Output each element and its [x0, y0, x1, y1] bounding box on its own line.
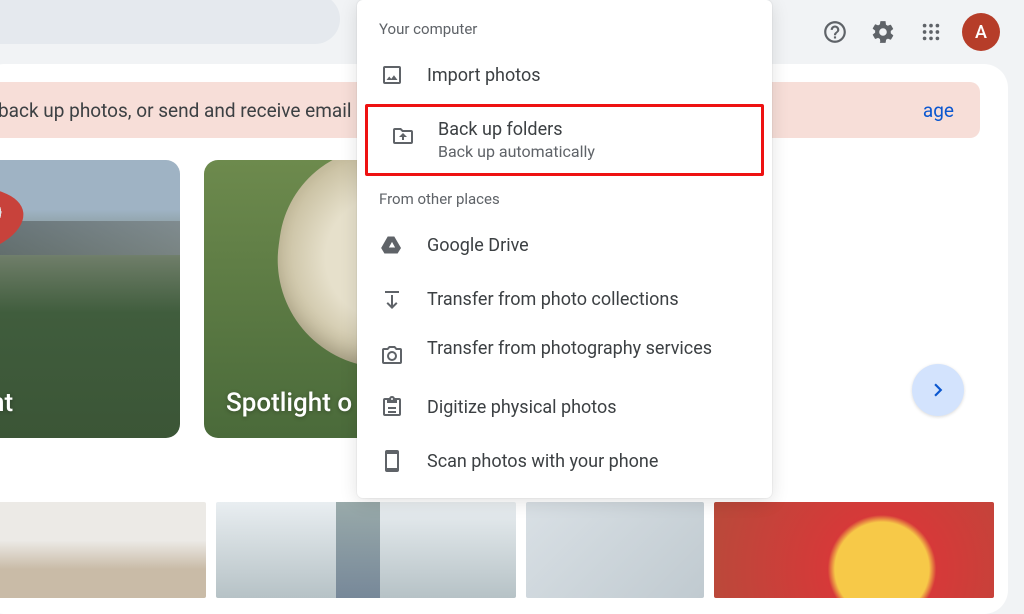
photo-grid — [0, 502, 1008, 598]
banner-text: back up photos, or send and receive emai… — [0, 99, 361, 122]
menu-item-google-drive[interactable]: Google Drive — [357, 218, 772, 272]
memory-card-label: moment — [0, 368, 35, 438]
import-dropdown: Your computer Import photos Back up fold… — [357, 0, 772, 498]
menu-item-transfer-services[interactable]: Transfer from photography services — [357, 326, 772, 380]
menu-item-backup-folders[interactable]: Back up folders Back up automatically — [368, 107, 761, 173]
download-icon — [379, 286, 405, 312]
clipboard-icon — [379, 394, 405, 420]
menu-item-digitize-photos[interactable]: Digitize physical photos — [357, 380, 772, 434]
menu-item-label: Google Drive — [427, 235, 529, 256]
camera-icon — [379, 342, 405, 368]
photo-thumbnail[interactable] — [714, 502, 994, 598]
highlight-box: Back up folders Back up automatically — [365, 104, 764, 176]
photo-thumbnail[interactable] — [526, 502, 704, 598]
menu-item-label: Digitize physical photos — [427, 397, 617, 418]
dropdown-section-title: From other places — [357, 184, 772, 218]
menu-item-label: Back up folders — [438, 119, 595, 140]
settings-icon[interactable] — [866, 15, 900, 49]
avatar-initial: A — [975, 22, 987, 43]
menu-item-import-photos[interactable]: Import photos — [357, 48, 772, 102]
memory-card[interactable]: moment — [0, 160, 180, 438]
menu-item-transfer-collections[interactable]: Transfer from photo collections — [357, 272, 772, 326]
folder-upload-icon — [390, 123, 416, 149]
dropdown-section-title: Your computer — [357, 14, 772, 48]
photo-thumbnail[interactable] — [0, 502, 206, 598]
avatar[interactable]: A — [962, 13, 1000, 51]
photo-thumbnail[interactable] — [216, 502, 516, 598]
next-button[interactable] — [912, 364, 964, 416]
help-icon[interactable] — [818, 15, 852, 49]
drive-icon — [379, 232, 405, 258]
menu-item-label: Transfer from photo collections — [427, 289, 679, 310]
apps-icon[interactable] — [914, 15, 948, 49]
image-icon — [379, 62, 405, 88]
banner-link[interactable]: age — [923, 99, 954, 122]
memory-card-label: Spotlight o — [204, 368, 374, 438]
menu-item-label: Transfer from photography services — [427, 338, 712, 359]
search-input[interactable] — [0, 0, 340, 44]
menu-item-label: Scan photos with your phone — [427, 451, 658, 472]
menu-item-label: Import photos — [427, 65, 541, 86]
menu-item-scan-phone[interactable]: Scan photos with your phone — [357, 434, 772, 488]
phone-icon — [379, 448, 405, 474]
menu-item-sublabel: Back up automatically — [438, 142, 595, 161]
